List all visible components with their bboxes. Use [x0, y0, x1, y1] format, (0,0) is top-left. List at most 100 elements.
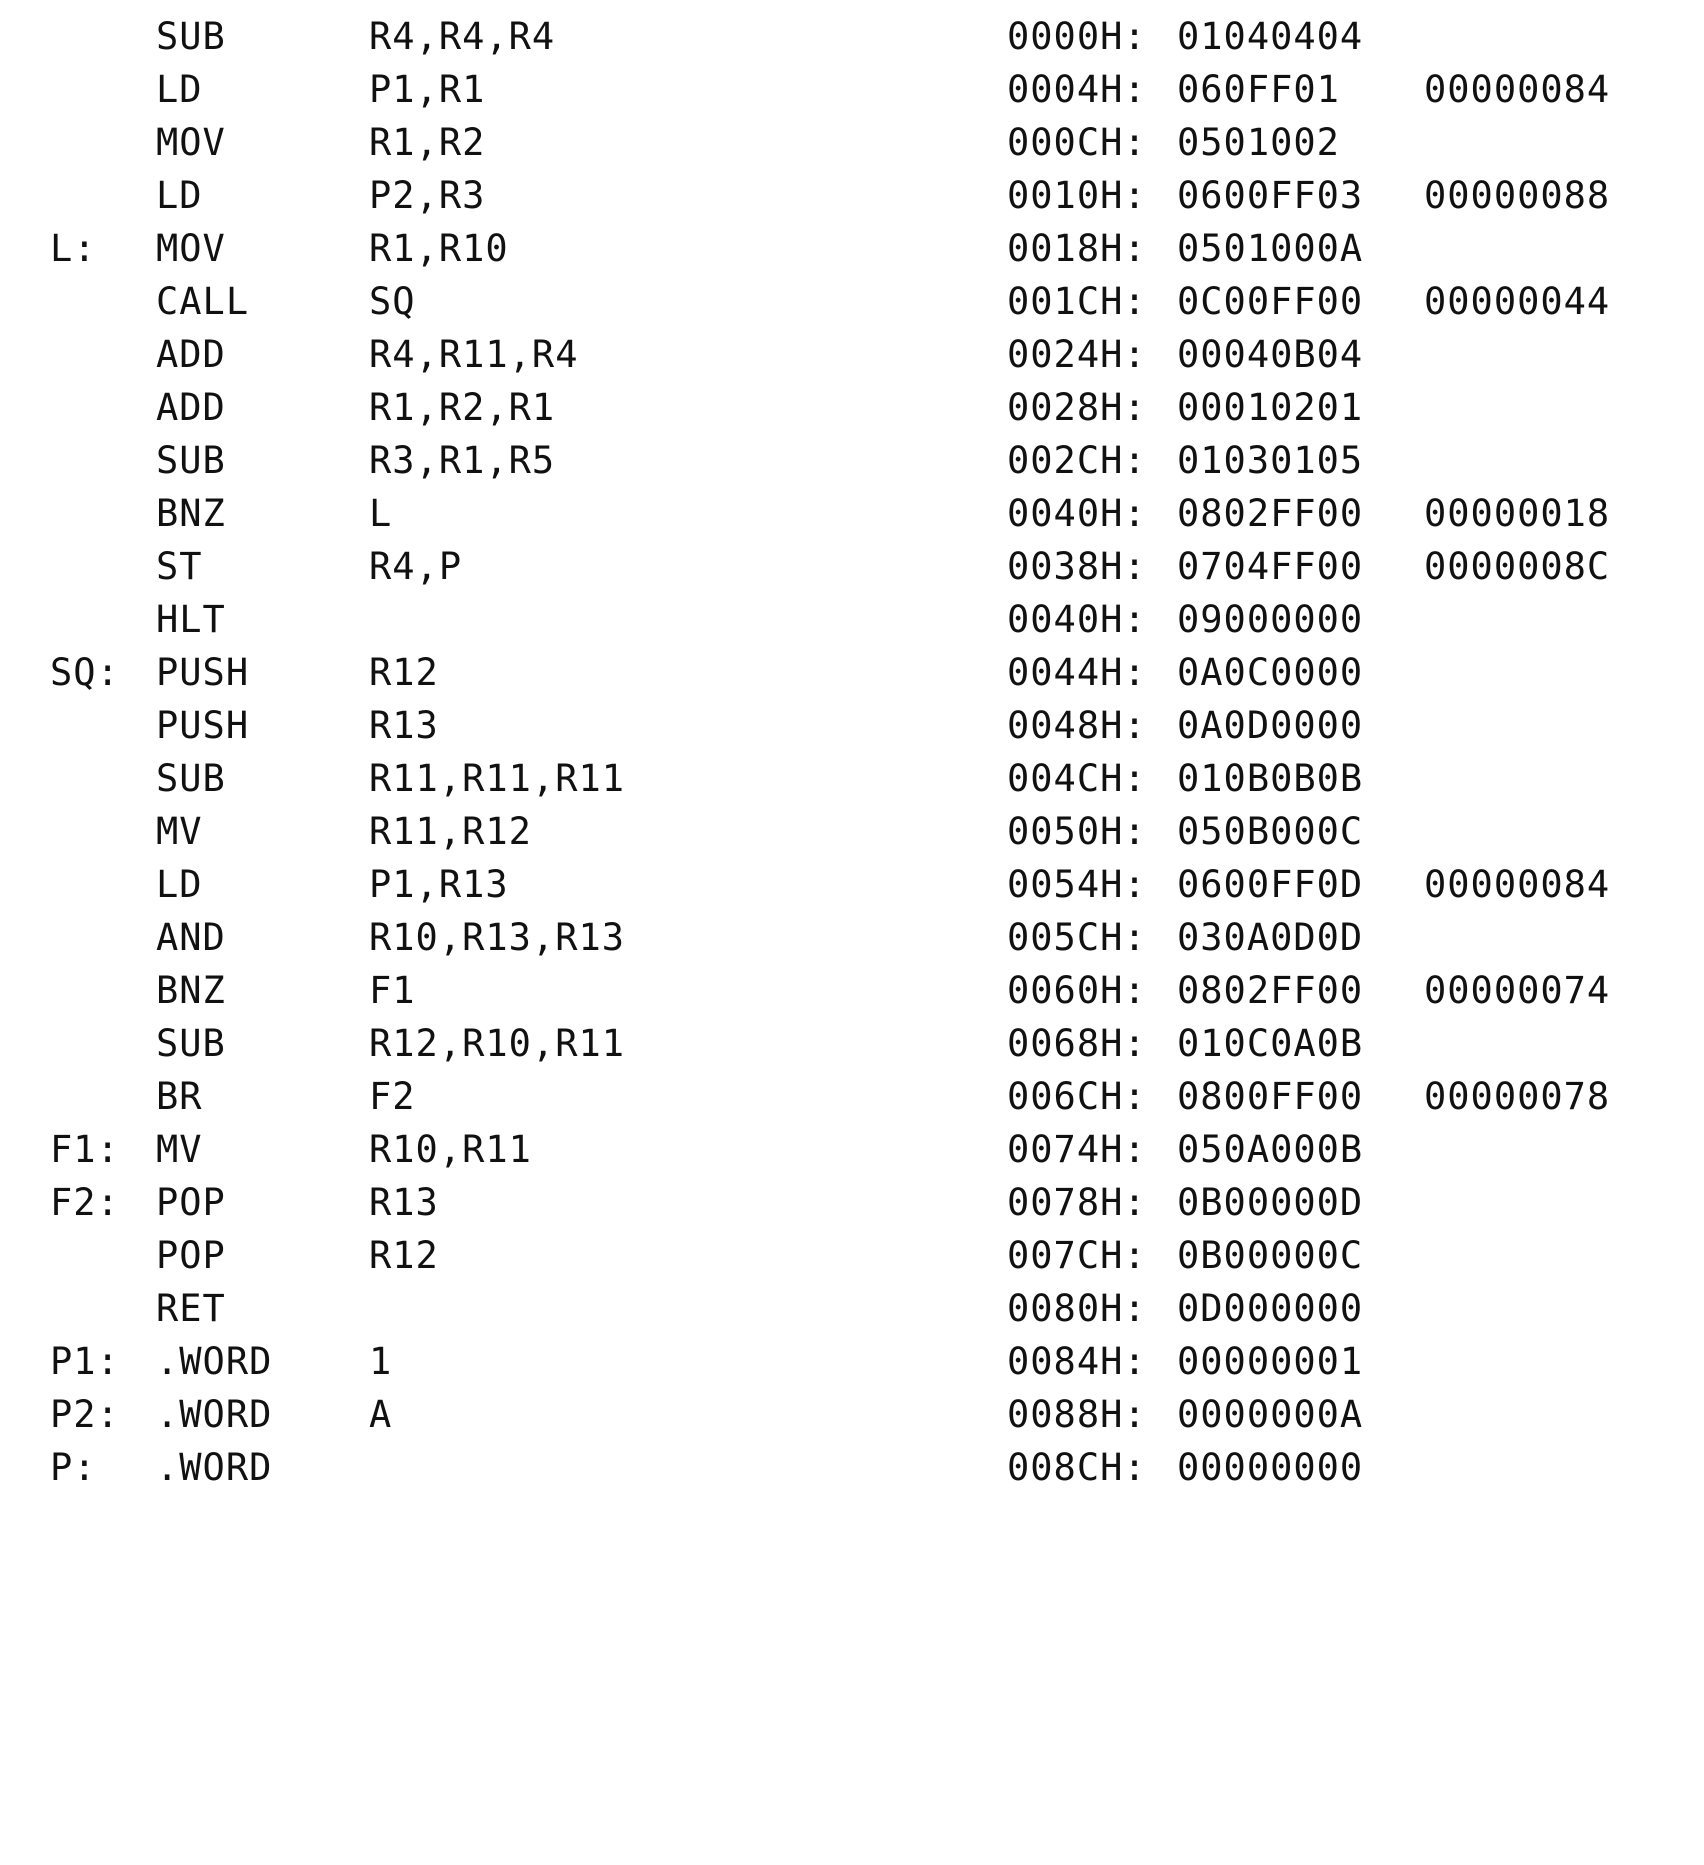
listing-row: SUB R11,R11,R11 004CH: 010B0B0B — [0, 752, 1704, 805]
memory-address: 0050H: — [1007, 810, 1147, 853]
operands: L — [369, 492, 393, 535]
opcode: MV — [156, 810, 203, 853]
memory-address: 0068H: — [1007, 1022, 1147, 1065]
memory-address: 0084H: — [1007, 1340, 1147, 1383]
opcode: LD — [156, 68, 203, 111]
operands: F2 — [369, 1075, 416, 1118]
listing-row: SQ: PUSH R12 0044H: 0A0C0000 — [0, 646, 1704, 699]
opcode: POP — [156, 1181, 226, 1224]
line-label: F1: — [50, 1128, 120, 1171]
listing-row: F1: MV R10,R11 0074H: 050A000B — [0, 1123, 1704, 1176]
machine-code: 0704FF00 — [1177, 545, 1364, 588]
listing-row: RET 0080H: 0D000000 — [0, 1282, 1704, 1335]
extension-word: 00000084 — [1424, 68, 1611, 111]
extension-word: 00000074 — [1424, 969, 1611, 1012]
line-label: P1: — [50, 1340, 120, 1383]
memory-address: 007CH: — [1007, 1234, 1147, 1277]
listing-row: LD P1,R1 0004H: 060FF01 00000084 — [0, 63, 1704, 116]
machine-code: 050A000B — [1177, 1128, 1364, 1171]
machine-code: 09000000 — [1177, 598, 1364, 641]
operands: R13 — [369, 704, 439, 747]
line-label: SQ: — [50, 651, 120, 694]
listing-row: ADD R4,R11,R4 0024H: 00040B04 — [0, 328, 1704, 381]
opcode: .WORD — [156, 1340, 273, 1383]
listing-row: BNZ F1 0060H: 0802FF00 00000074 — [0, 964, 1704, 1017]
opcode: PUSH — [156, 704, 250, 747]
opcode: LD — [156, 863, 203, 906]
operands: R4,R11,R4 — [369, 333, 579, 376]
listing-row: AND R10,R13,R13 005CH: 030A0D0D — [0, 911, 1704, 964]
operands: R1,R2 — [369, 121, 486, 164]
listing-row: HLT 0040H: 09000000 — [0, 593, 1704, 646]
opcode: MOV — [156, 227, 226, 270]
opcode: SUB — [156, 439, 226, 482]
machine-code: 0600FF0D — [1177, 863, 1364, 906]
opcode: SUB — [156, 1022, 226, 1065]
operands: P1,R13 — [369, 863, 509, 906]
opcode: ST — [156, 545, 203, 588]
memory-address: 0080H: — [1007, 1287, 1147, 1330]
opcode: .WORD — [156, 1393, 273, 1436]
listing-row: P: .WORD 008CH: 00000000 — [0, 1441, 1704, 1494]
memory-address: 0018H: — [1007, 227, 1147, 270]
operands: F1 — [369, 969, 416, 1012]
operands: R13 — [369, 1181, 439, 1224]
machine-code: 010B0B0B — [1177, 757, 1364, 800]
machine-code: 0C00FF00 — [1177, 280, 1364, 323]
opcode: AND — [156, 916, 226, 959]
opcode: ADD — [156, 386, 226, 429]
listing-row: SUB R12,R10,R11 0068H: 010C0A0B — [0, 1017, 1704, 1070]
line-label: P2: — [50, 1393, 120, 1436]
machine-code: 01030105 — [1177, 439, 1364, 482]
memory-address: 002CH: — [1007, 439, 1147, 482]
machine-code: 0B00000D — [1177, 1181, 1364, 1224]
memory-address: 0060H: — [1007, 969, 1147, 1012]
machine-code: 030A0D0D — [1177, 916, 1364, 959]
memory-address: 0038H: — [1007, 545, 1147, 588]
listing-row: LD P2,R3 0010H: 0600FF03 00000088 — [0, 169, 1704, 222]
memory-address: 0054H: — [1007, 863, 1147, 906]
machine-code: 0B00000C — [1177, 1234, 1364, 1277]
operands: R4,P — [369, 545, 463, 588]
machine-code: 0A0D0000 — [1177, 704, 1364, 747]
operands: R4,R4,R4 — [369, 15, 556, 58]
opcode: BNZ — [156, 492, 226, 535]
extension-word: 00000044 — [1424, 280, 1611, 323]
machine-code: 00000000 — [1177, 1446, 1364, 1489]
operands: R10,R13,R13 — [369, 916, 626, 959]
machine-code: 0000000A — [1177, 1393, 1364, 1436]
listing-row: LD P1,R13 0054H: 0600FF0D 00000084 — [0, 858, 1704, 911]
listing-row: SUB R4,R4,R4 0000H: 01040404 — [0, 10, 1704, 63]
extension-word: 0000008C — [1424, 545, 1611, 588]
machine-code: 0800FF00 — [1177, 1075, 1364, 1118]
operands: R1,R2,R1 — [369, 386, 556, 429]
opcode: LD — [156, 174, 203, 217]
listing-row: CALL SQ 001CH: 0C00FF00 00000044 — [0, 275, 1704, 328]
memory-address: 0004H: — [1007, 68, 1147, 111]
machine-code: 0D000000 — [1177, 1287, 1364, 1330]
machine-code: 050B000C — [1177, 810, 1364, 853]
listing-row: BR F2 006CH: 0800FF00 00000078 — [0, 1070, 1704, 1123]
memory-address: 0028H: — [1007, 386, 1147, 429]
machine-code: 0802FF00 — [1177, 492, 1364, 535]
memory-address: 0044H: — [1007, 651, 1147, 694]
listing-row: SUB R3,R1,R5 002CH: 01030105 — [0, 434, 1704, 487]
operands: R10,R11 — [369, 1128, 532, 1171]
opcode: MV — [156, 1128, 203, 1171]
listing-row: L: MOV R1,R10 0018H: 0501000A — [0, 222, 1704, 275]
machine-code: 00040B04 — [1177, 333, 1364, 376]
memory-address: 0074H: — [1007, 1128, 1147, 1171]
operands: R11,R11,R11 — [369, 757, 626, 800]
machine-code: 0501002 — [1177, 121, 1340, 164]
memory-address: 0040H: — [1007, 492, 1147, 535]
memory-address: 008CH: — [1007, 1446, 1147, 1489]
opcode: HLT — [156, 598, 226, 641]
memory-address: 001CH: — [1007, 280, 1147, 323]
machine-code: 01040404 — [1177, 15, 1364, 58]
memory-address: 000CH: — [1007, 121, 1147, 164]
machine-code: 0600FF03 — [1177, 174, 1364, 217]
opcode: .WORD — [156, 1446, 273, 1489]
memory-address: 0088H: — [1007, 1393, 1147, 1436]
operands: A — [369, 1393, 393, 1436]
extension-word: 00000088 — [1424, 174, 1611, 217]
